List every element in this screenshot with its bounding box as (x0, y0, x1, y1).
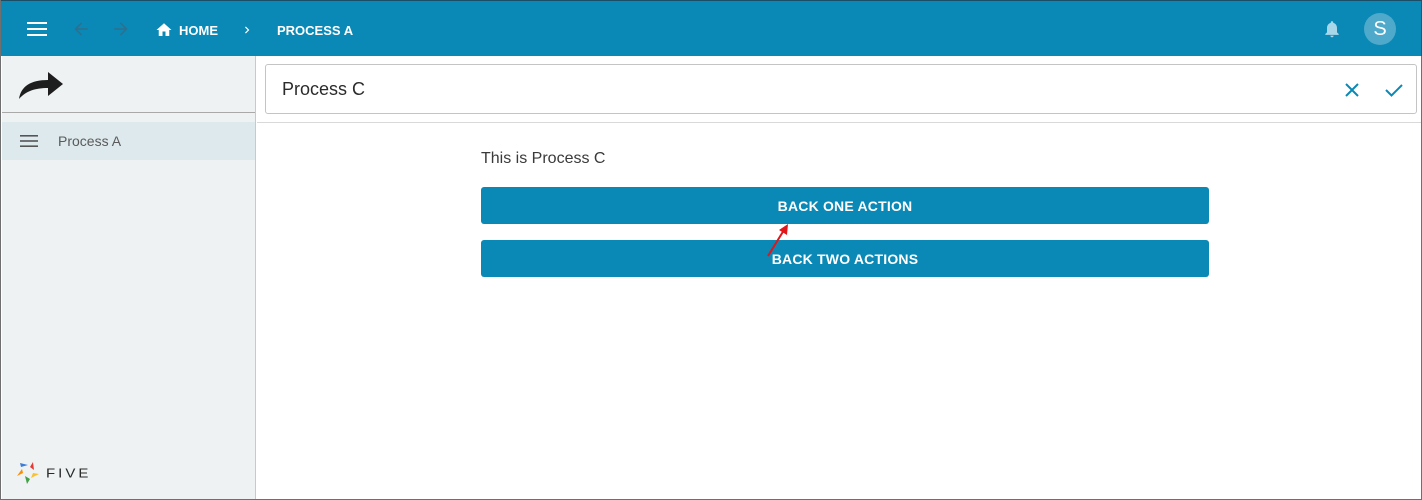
arrow-forward-icon (114, 22, 128, 36)
back-one-action-button[interactable]: BACK ONE ACTION (481, 187, 1209, 224)
sidebar: Process A FIVE (2, 56, 256, 499)
back-button[interactable] (67, 15, 95, 43)
sidebar-header (2, 56, 255, 113)
page-title: Process C (282, 79, 366, 99)
main-content: Process C This is Process C BACK ONE ACT… (257, 56, 1421, 499)
sidebar-item-label: Process A (58, 133, 122, 149)
close-icon (1345, 83, 1359, 97)
cancel-button[interactable] (1340, 78, 1364, 102)
five-logo-text: FIVE (46, 465, 92, 481)
list-menu-icon (20, 134, 40, 148)
forward-button[interactable] (107, 15, 135, 43)
annotation-arrow-icon (767, 224, 788, 257)
breadcrumb-home[interactable]: HOME (155, 20, 218, 40)
breadcrumb-home-label: HOME (179, 22, 218, 38)
header-divider (257, 122, 1421, 123)
confirm-button[interactable] (1382, 78, 1406, 102)
sidebar-item-process-a[interactable]: Process A (2, 122, 255, 160)
arrow-back-icon (74, 22, 88, 36)
form-title-bar: Process C (265, 64, 1417, 114)
user-avatar[interactable]: S (1364, 13, 1396, 45)
breadcrumb-current[interactable]: PROCESS A (277, 20, 353, 40)
chevron-right-icon (245, 26, 250, 34)
five-logo-icon (17, 462, 39, 484)
menu-button[interactable] (23, 15, 51, 43)
hamburger-menu-icon (27, 22, 47, 36)
notifications-button[interactable] (1318, 15, 1346, 43)
breadcrumb-separator (239, 20, 255, 40)
home-icon (156, 23, 172, 36)
bell-icon (1325, 21, 1339, 38)
back-two-actions-button[interactable]: BACK TWO ACTIONS (481, 240, 1209, 277)
app-bar: HOME PROCESS A S (1, 0, 1422, 56)
process-description: This is Process C (481, 150, 606, 167)
app-window: HOME PROCESS A S Process A FIVE Process … (0, 0, 1422, 500)
redo-arrow-icon[interactable] (18, 70, 64, 100)
five-logo: FIVE (16, 461, 91, 485)
check-icon (1385, 84, 1403, 97)
